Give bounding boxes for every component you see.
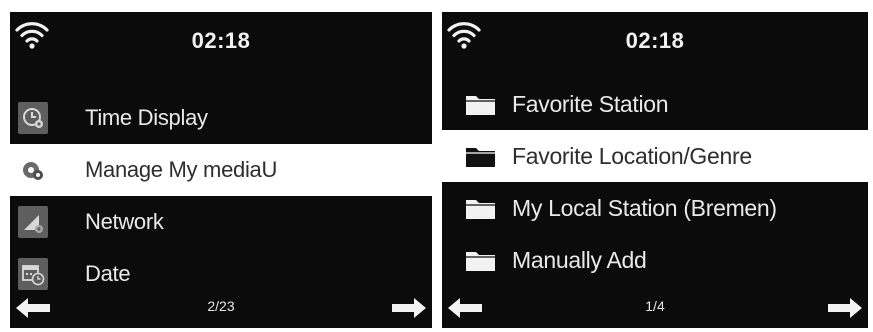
calendar-clock-icon bbox=[17, 257, 49, 291]
clock-time: 02:18 bbox=[625, 28, 685, 53]
status-bar: 02:18 bbox=[442, 12, 868, 72]
arrow-right-icon[interactable] bbox=[388, 296, 428, 320]
menu-item-label: Favorite Location/Genre bbox=[512, 142, 752, 169]
clock-settings-icon bbox=[17, 101, 49, 135]
menu-item-label: Time Display bbox=[85, 105, 208, 130]
menu-item-network[interactable]: Network bbox=[10, 196, 432, 248]
signal-gear-icon bbox=[17, 205, 49, 239]
footer-bar: 1/4 bbox=[442, 288, 868, 328]
folder-icon bbox=[464, 142, 498, 170]
folder-icon bbox=[464, 246, 498, 274]
menu-item-manually-add[interactable]: Manually Add bbox=[442, 234, 868, 286]
menu-item-manage-my-mediau[interactable]: Manage My mediaU bbox=[10, 144, 432, 196]
menu-item-time-display[interactable]: Time Display bbox=[10, 92, 432, 144]
menu-item-label: Network bbox=[85, 209, 164, 234]
status-bar: 02:18 bbox=[10, 12, 432, 72]
footer-bar: 2/23 bbox=[10, 288, 432, 328]
menu-item-label: Manage My mediaU bbox=[85, 157, 278, 182]
folder-icon bbox=[464, 194, 498, 222]
menu-item-label: Date bbox=[85, 261, 131, 286]
menu-item-label: Manually Add bbox=[512, 246, 647, 273]
menu-item-label: My Local Station (Bremen) bbox=[512, 194, 777, 221]
page-indicator: 2/23 bbox=[207, 298, 235, 314]
menu-item-label: Favorite Station bbox=[512, 90, 669, 117]
left-radio-screen: 02:18 Time Display Manage My mediaU Netw… bbox=[10, 12, 432, 328]
folder-icon bbox=[464, 90, 498, 118]
clock-time: 02:18 bbox=[191, 28, 251, 53]
media-gear-icon bbox=[17, 153, 49, 187]
page-indicator: 1/4 bbox=[645, 298, 665, 314]
right-radio-screen: 02:18 Favorite Station Favorite Location… bbox=[442, 12, 868, 328]
menu-item-favorite-station[interactable]: Favorite Station bbox=[442, 78, 868, 130]
menu-item-favorite-location-genre[interactable]: Favorite Location/Genre bbox=[442, 130, 868, 182]
menu-item-my-local-station[interactable]: My Local Station (Bremen) bbox=[442, 182, 868, 234]
arrow-right-icon[interactable] bbox=[824, 296, 864, 320]
